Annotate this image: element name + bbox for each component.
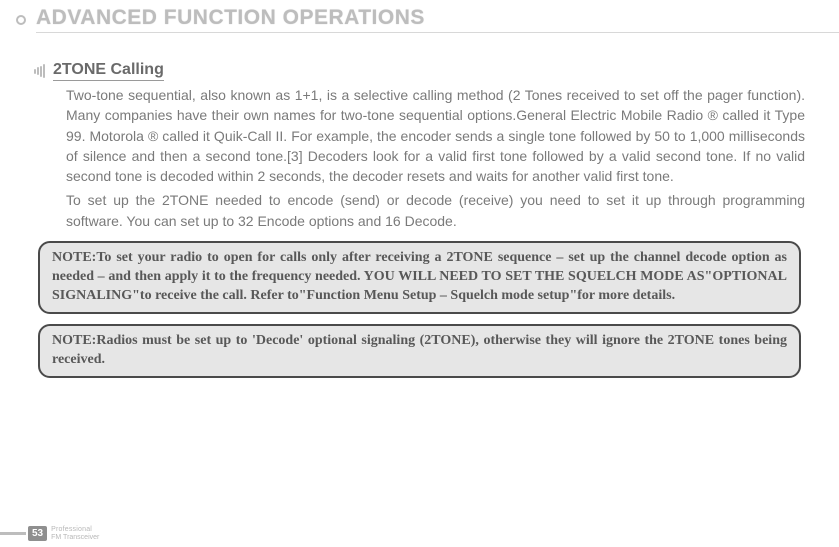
section-title: 2TONE Calling [53, 61, 164, 81]
section-2tone: 2TONE Calling Two-tone sequential, also … [34, 61, 805, 378]
page-title-row: ADVANCED FUNCTION OPERATIONS [0, 0, 839, 33]
page-title: ADVANCED FUNCTION OPERATIONS [36, 6, 839, 33]
page-number: 53 [28, 526, 47, 541]
footer-line-2: FM Transceiver [51, 534, 99, 541]
footer-bar [0, 532, 26, 535]
note-box-1: NOTE:To set your radio to open for calls… [38, 241, 801, 314]
footer-text: Professional FM Transceiver [51, 526, 99, 541]
section-para-1: Two-tone sequential, also known as 1+1, … [66, 85, 805, 186]
footer-line-1: Professional [51, 526, 99, 533]
bullet-icon [16, 15, 26, 25]
note-box-2: NOTE:Radios must be set up to 'Decode' o… [38, 324, 801, 378]
section-para-2: To set up the 2TONE needed to encode (se… [66, 190, 805, 231]
wave-icon [34, 64, 45, 78]
footer: 53 Professional FM Transceiver [0, 526, 200, 541]
section-header: 2TONE Calling [34, 61, 805, 81]
